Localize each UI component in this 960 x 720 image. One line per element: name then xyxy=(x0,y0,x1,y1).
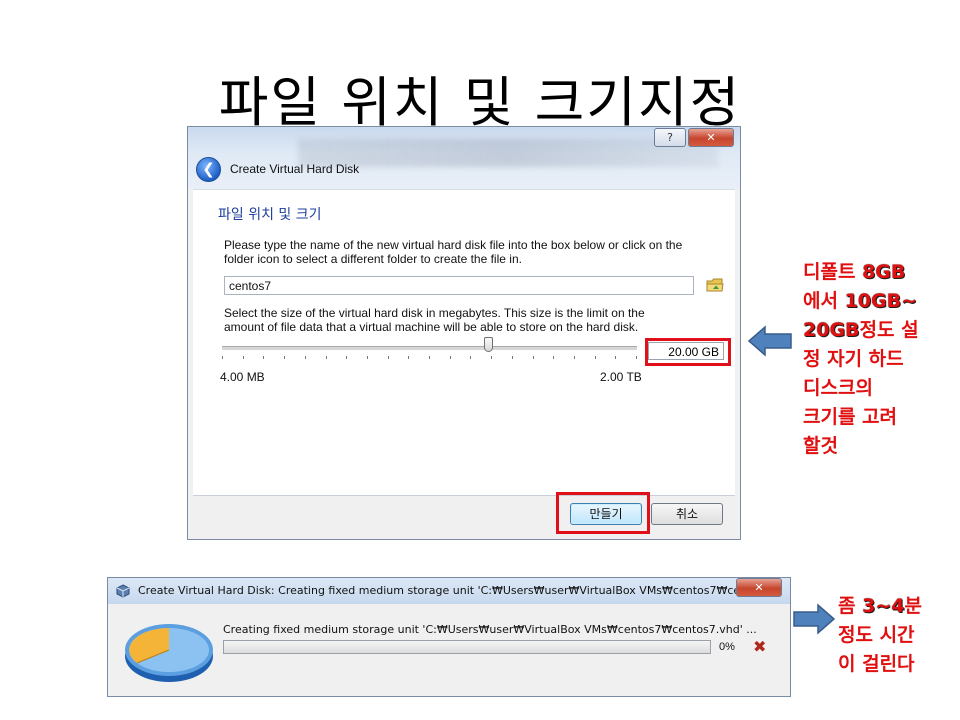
slider-tick xyxy=(574,356,575,359)
slider-tick xyxy=(346,356,347,359)
annotation-highlight: 10GB~ xyxy=(844,290,918,312)
annotation-text: 정 자기 하드 xyxy=(803,348,904,370)
cancel-operation-icon[interactable]: ✖ xyxy=(753,637,766,656)
slider-tick xyxy=(243,356,244,359)
size-highlight-box xyxy=(645,338,731,366)
range-min-label: 4.00 MB xyxy=(220,370,265,384)
file-location-instructions: Please type the name of the new virtual … xyxy=(224,238,724,266)
instruction-line: folder icon to select a different folder… xyxy=(224,252,522,266)
file-name-input[interactable]: centos7 xyxy=(224,276,694,295)
slider-tick xyxy=(450,356,451,359)
annotation-text: 에서 xyxy=(803,290,845,312)
slider-tick xyxy=(284,356,285,359)
annotation-text: 이 걸린다 xyxy=(838,653,915,675)
virtualbox-icon xyxy=(116,584,130,598)
progress-dialog-titlebar: Create Virtual Hard Disk: Creating fixed… xyxy=(108,578,790,604)
slider-tick xyxy=(512,356,513,359)
progress-percent: 0% xyxy=(719,641,735,653)
instruction-line: amount of file data that a virtual machi… xyxy=(224,320,639,334)
arrow-left-icon xyxy=(747,325,792,357)
time-annotation: 좀 3~4분 정도 시간 이 걸린다 xyxy=(838,592,958,679)
wizard-page: 파일 위치 및 크기 Please type the name of the n… xyxy=(193,189,735,496)
slider-track xyxy=(222,346,637,350)
slider-tick xyxy=(615,356,616,359)
size-instructions: Select the size of the virtual hard disk… xyxy=(224,306,724,334)
close-button[interactable]: ✕ xyxy=(688,128,734,147)
slider-tick xyxy=(470,356,471,359)
operation-description: Creating fixed medium storage unit 'C:₩U… xyxy=(223,623,757,636)
slider-tick xyxy=(491,356,492,359)
annotation-text: 디스크의 xyxy=(803,377,873,399)
instruction-line: Select the size of the virtual hard disk… xyxy=(224,306,645,320)
annotation-text: 디폴트 xyxy=(803,261,863,283)
progress-bar xyxy=(223,640,711,654)
create-button-highlight-box xyxy=(556,492,650,534)
annotation-text: 좀 xyxy=(838,595,863,617)
annotation-text: 정도 설 xyxy=(859,319,919,341)
annotation-text: 정도 시간 xyxy=(838,624,915,646)
slider-tick xyxy=(305,356,306,359)
size-slider[interactable] xyxy=(222,333,637,359)
help-button[interactable]: ? xyxy=(654,128,686,147)
slider-tick xyxy=(408,356,409,359)
instruction-line: Please type the name of the new virtual … xyxy=(224,238,683,252)
slider-tick xyxy=(595,356,596,359)
folder-icon[interactable] xyxy=(706,277,724,293)
disk-pie-icon xyxy=(125,624,213,682)
progress-dialog-title: Create Virtual Hard Disk: Creating fixed… xyxy=(138,584,738,597)
dialog-titlebar: ? ✕ ❮ Create Virtual Hard Disk xyxy=(188,127,740,189)
page-heading: 파일 위치 및 크기 xyxy=(218,207,322,223)
annotation-highlight: 3~4 xyxy=(862,595,905,617)
close-button[interactable]: ✕ xyxy=(736,578,782,597)
slider-tick xyxy=(326,356,327,359)
annotation-highlight: 8GB xyxy=(862,261,906,283)
progress-dialog-body: Creating fixed medium storage unit 'C:₩U… xyxy=(113,604,785,690)
create-virtual-hard-disk-dialog: ? ✕ ❮ Create Virtual Hard Disk 파일 위치 및 크… xyxy=(187,126,741,540)
progress-dialog: Create Virtual Hard Disk: Creating fixed… xyxy=(107,577,791,697)
annotation-text: 크기를 고려 xyxy=(803,406,898,428)
slider-tick xyxy=(222,356,223,359)
slider-tick xyxy=(263,356,264,359)
slider-tick xyxy=(636,356,637,359)
cancel-button[interactable]: 취소 xyxy=(651,503,723,525)
slider-tick xyxy=(533,356,534,359)
range-max-label: 2.00 TB xyxy=(600,370,642,384)
back-arrow-icon[interactable]: ❮ xyxy=(196,157,221,182)
dialog-title: Create Virtual Hard Disk xyxy=(230,162,360,176)
slider-thumb[interactable] xyxy=(484,337,493,352)
slider-tick xyxy=(367,356,368,359)
annotation-text: 분 xyxy=(904,595,922,617)
size-annotation: 디폴트 8GB 에서 10GB~ 20GB정도 설 정 자기 하드 디스크의 크… xyxy=(803,258,953,461)
arrow-right-icon xyxy=(793,603,836,635)
slider-tick xyxy=(429,356,430,359)
slider-tick xyxy=(553,356,554,359)
slider-tick xyxy=(388,356,389,359)
annotation-highlight: 20GB xyxy=(803,319,860,341)
annotation-text: 할것 xyxy=(803,435,838,457)
